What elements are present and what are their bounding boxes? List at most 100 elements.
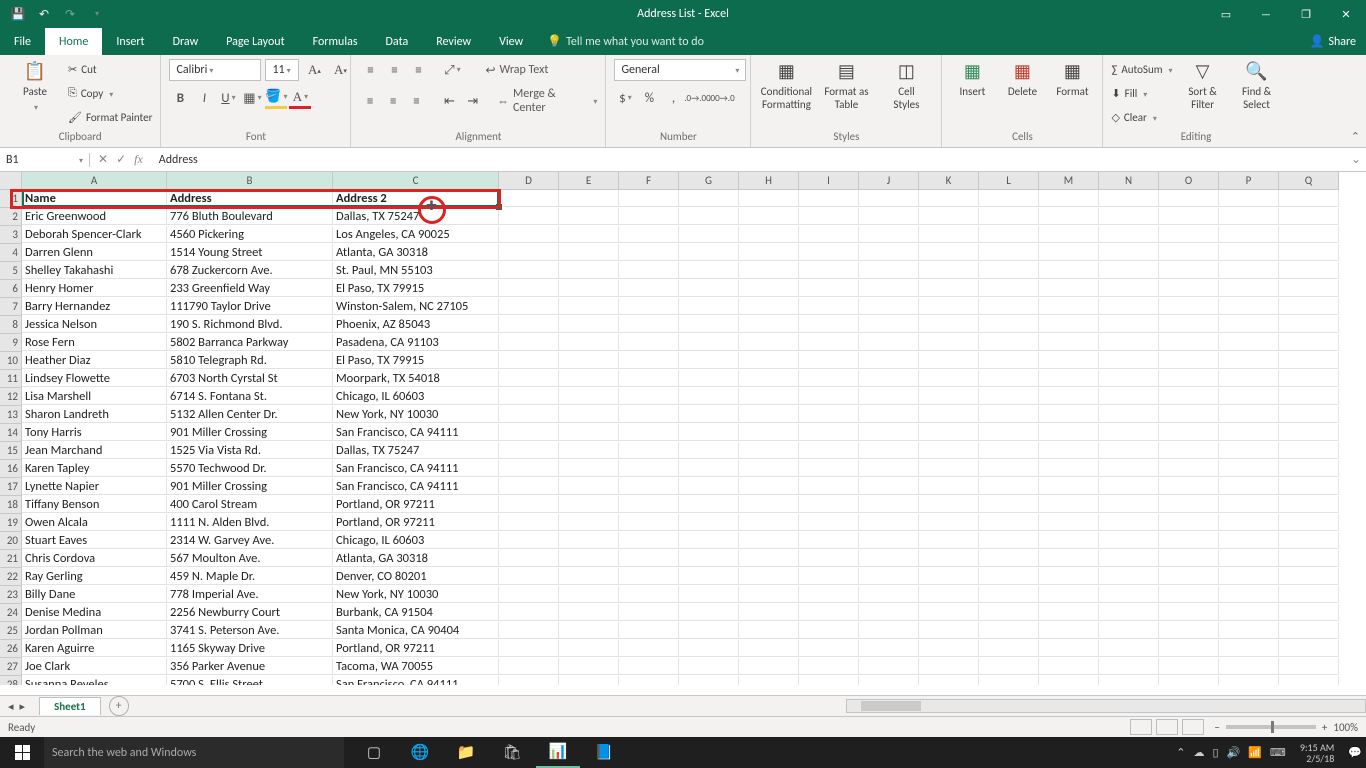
cell[interactable] <box>919 622 979 639</box>
cell[interactable] <box>499 658 559 675</box>
cell[interactable]: El Paso, TX 79915 <box>333 280 499 297</box>
align-bottom-button[interactable]: ≡ <box>407 59 429 81</box>
cell[interactable]: 233 Greenfield Way <box>167 280 333 297</box>
row-header[interactable]: 18 <box>0 496 22 514</box>
cell[interactable] <box>1039 298 1099 315</box>
sheet-tab[interactable]: Sheet1 <box>39 697 101 715</box>
cell[interactable] <box>559 532 619 549</box>
row-header[interactable]: 8 <box>0 316 22 334</box>
cell[interactable] <box>739 316 799 333</box>
cell[interactable] <box>1159 568 1219 585</box>
cell[interactable] <box>1159 586 1219 603</box>
excel-icon[interactable]: 📊 <box>536 737 580 768</box>
cell[interactable] <box>559 622 619 639</box>
cell[interactable] <box>859 280 919 297</box>
cell[interactable] <box>979 244 1039 261</box>
cell[interactable] <box>559 586 619 603</box>
cell[interactable] <box>1219 208 1279 225</box>
number-format-select[interactable]: General <box>614 59 746 81</box>
cell[interactable] <box>499 388 559 405</box>
cell[interactable] <box>559 280 619 297</box>
cell[interactable] <box>559 334 619 351</box>
cell[interactable] <box>559 316 619 333</box>
cell[interactable]: Tacoma, WA 70055 <box>333 658 499 675</box>
borders-button[interactable]: ▦ <box>241 87 263 109</box>
cell[interactable] <box>859 460 919 477</box>
zoom-in-button[interactable]: + <box>1322 721 1327 734</box>
cell[interactable] <box>499 208 559 225</box>
cell[interactable]: San Francisco, CA 94111 <box>333 424 499 441</box>
cell[interactable]: Winston-Salem, NC 27105 <box>333 298 499 315</box>
cell[interactable]: Tony Harris <box>22 424 167 441</box>
cell[interactable] <box>919 640 979 657</box>
cell[interactable] <box>559 442 619 459</box>
cell[interactable]: 1525 Via Vista Rd. <box>167 442 333 459</box>
tab-review[interactable]: Review <box>422 28 485 55</box>
cell[interactable] <box>1219 568 1279 585</box>
cell[interactable] <box>499 496 559 513</box>
font-color-button[interactable]: A <box>289 87 311 109</box>
zoom-slider[interactable] <box>1226 725 1316 729</box>
cell[interactable] <box>739 604 799 621</box>
cell[interactable] <box>739 532 799 549</box>
cell[interactable] <box>919 316 979 333</box>
battery-icon[interactable]: ▯ <box>1212 746 1218 759</box>
cell[interactable] <box>1099 244 1159 261</box>
column-header[interactable]: C <box>333 172 499 190</box>
cell[interactable] <box>1159 244 1219 261</box>
cell[interactable] <box>739 676 799 685</box>
row-header[interactable]: 24 <box>0 604 22 622</box>
cell[interactable] <box>1039 676 1099 685</box>
cell[interactable] <box>1279 190 1339 207</box>
cell[interactable] <box>919 388 979 405</box>
file-explorer-icon[interactable]: 📁 <box>444 737 488 768</box>
normal-view-button[interactable] <box>1130 719 1152 735</box>
cell[interactable]: Eric Greenwood <box>22 208 167 225</box>
column-header[interactable]: L <box>979 172 1039 190</box>
cell[interactable] <box>1159 442 1219 459</box>
cell[interactable] <box>1099 658 1159 675</box>
cancel-edit-icon[interactable]: ✕ <box>98 152 108 167</box>
cell[interactable] <box>919 334 979 351</box>
cell[interactable] <box>619 316 679 333</box>
cell[interactable] <box>679 226 739 243</box>
cell[interactable] <box>1279 442 1339 459</box>
delete-cells-button[interactable]: ▦Delete <box>1000 59 1044 98</box>
tab-page-layout[interactable]: Page Layout <box>212 28 298 55</box>
cell[interactable] <box>1219 532 1279 549</box>
cell[interactable] <box>859 406 919 423</box>
cell[interactable]: Atlanta, GA 30318 <box>333 244 499 261</box>
cell[interactable] <box>859 640 919 657</box>
cell[interactable] <box>1159 352 1219 369</box>
tab-file[interactable]: File <box>0 28 45 55</box>
cell[interactable] <box>1039 478 1099 495</box>
cell[interactable] <box>1039 334 1099 351</box>
cell[interactable] <box>559 658 619 675</box>
cell[interactable]: Jessica Nelson <box>22 316 167 333</box>
cell[interactable] <box>1279 334 1339 351</box>
cell[interactable]: 459 N. Maple Dr. <box>167 568 333 585</box>
cell[interactable] <box>979 334 1039 351</box>
cell[interactable] <box>1099 280 1159 297</box>
cell[interactable]: Lindsey Flowette <box>22 370 167 387</box>
cell[interactable] <box>799 514 859 531</box>
cell[interactable]: 5802 Barranca Parkway <box>167 334 333 351</box>
cell[interactable] <box>739 550 799 567</box>
cell[interactable]: 4560 Pickering <box>167 226 333 243</box>
cell[interactable] <box>799 298 859 315</box>
cell[interactable] <box>739 352 799 369</box>
cell[interactable] <box>619 514 679 531</box>
cell[interactable] <box>799 280 859 297</box>
cell[interactable]: 5810 Telegraph Rd. <box>167 352 333 369</box>
cell[interactable] <box>1099 586 1159 603</box>
cell[interactable] <box>739 496 799 513</box>
cell[interactable] <box>799 208 859 225</box>
tab-data[interactable]: Data <box>372 28 423 55</box>
cell[interactable] <box>799 550 859 567</box>
row-header[interactable]: 10 <box>0 352 22 370</box>
orientation-button[interactable]: ⤢ <box>441 59 463 81</box>
save-icon[interactable]: 💾 <box>8 4 28 24</box>
font-size-select[interactable]: 11 <box>265 59 299 81</box>
cell[interactable] <box>859 262 919 279</box>
cell[interactable]: Owen Alcala <box>22 514 167 531</box>
